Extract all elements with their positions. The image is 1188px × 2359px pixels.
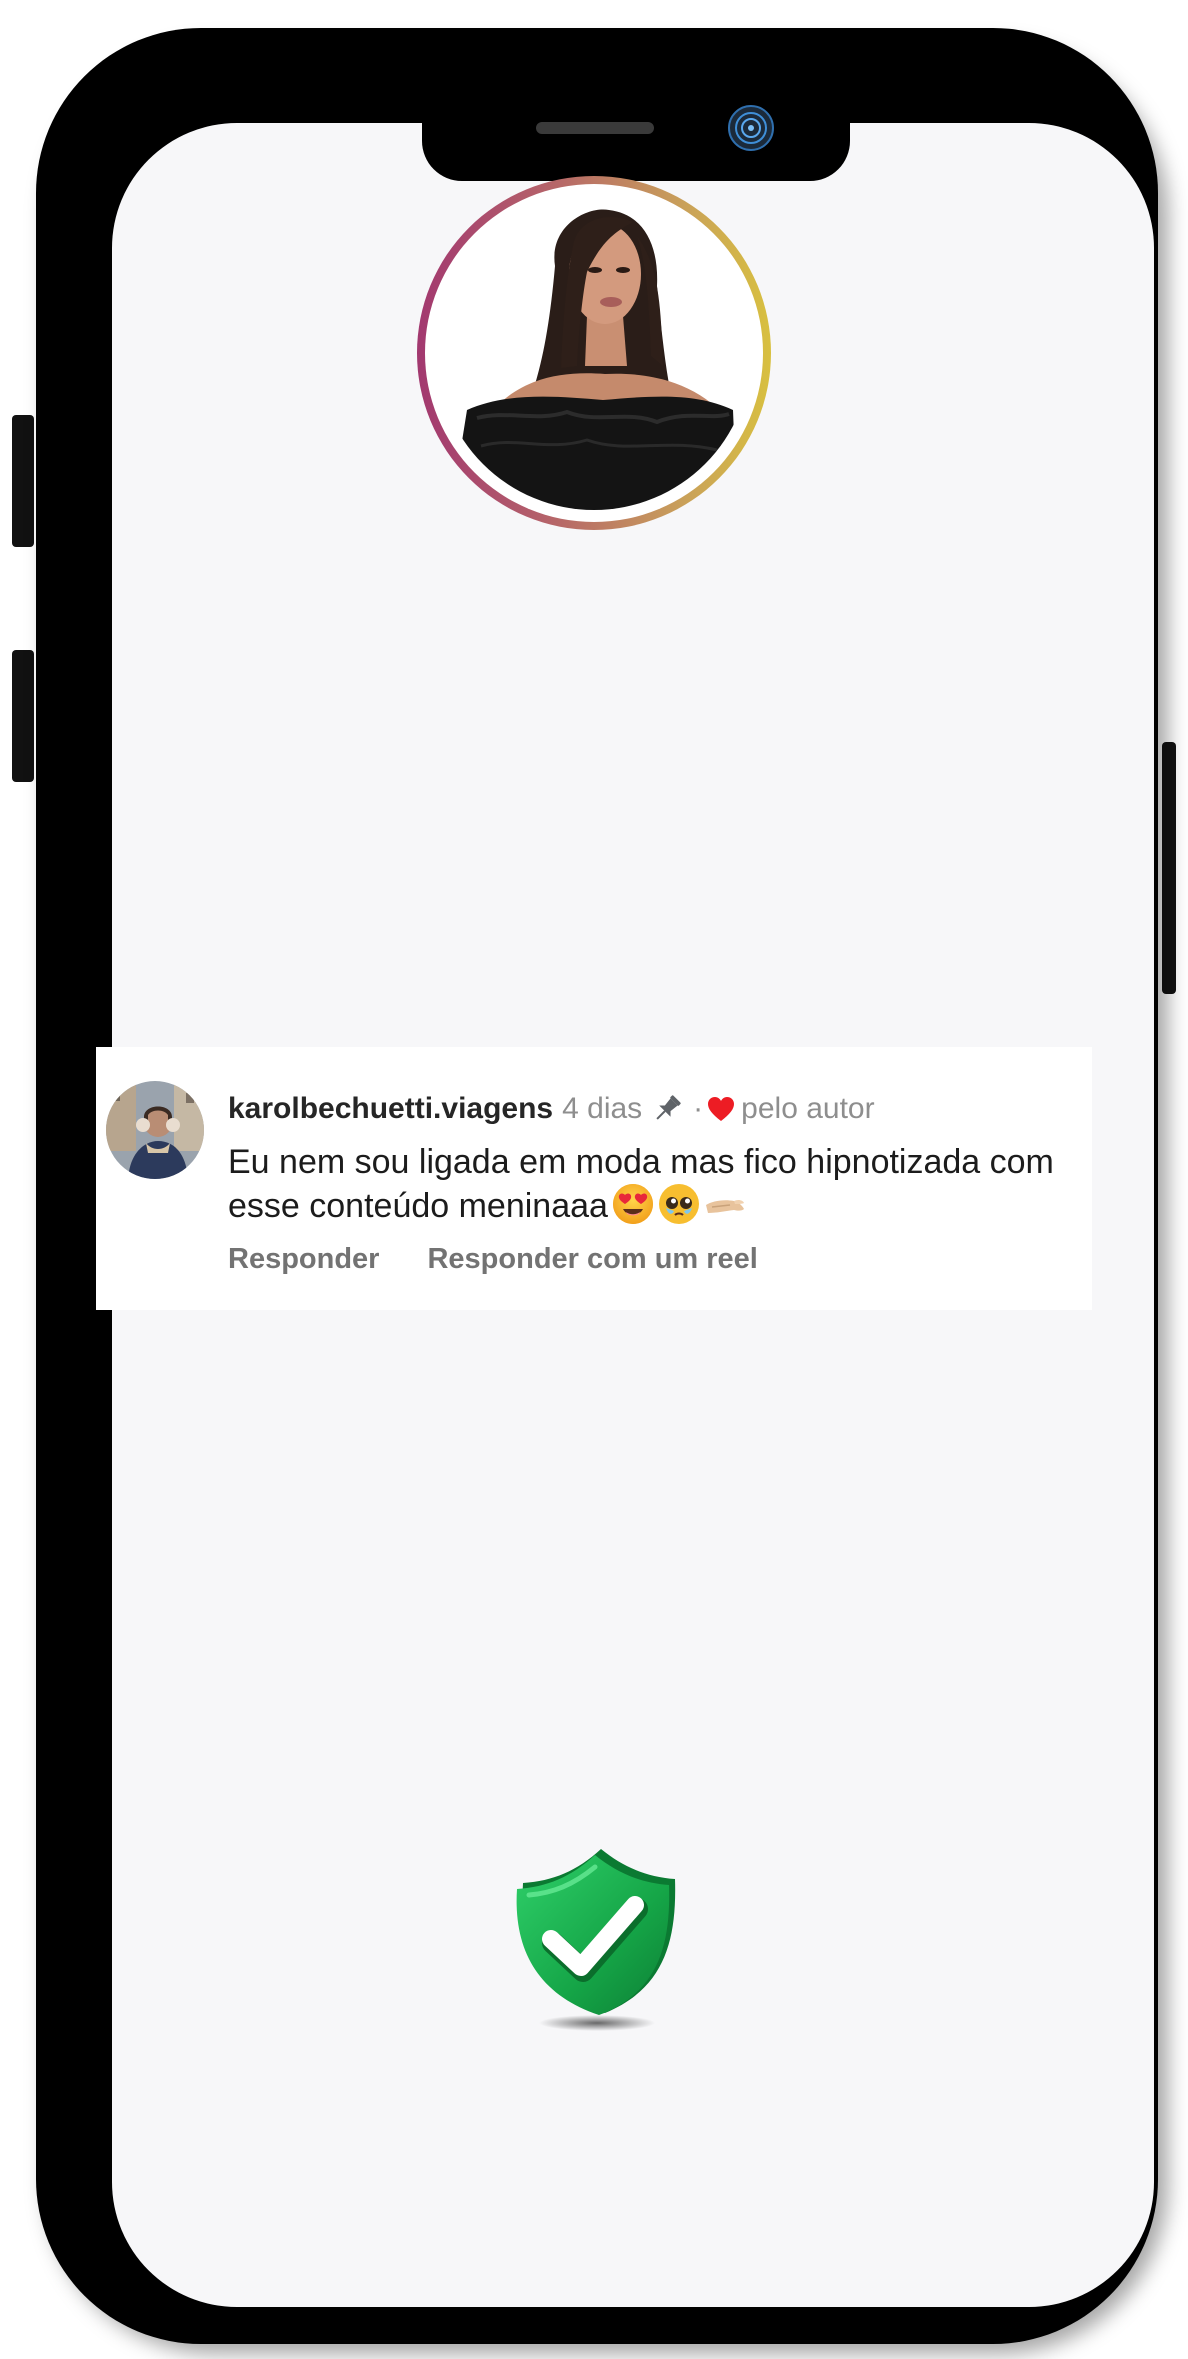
volume-up-button [12,415,34,547]
heart-eyes-emoji-icon [612,1184,653,1224]
comment-time: 4 dias [562,1092,643,1125]
commenter-photo [106,1081,204,1179]
avatar-photo [437,196,751,510]
comment-actions: Responder Responder com um reel [228,1241,1078,1277]
heart-icon [708,1097,735,1121]
comment-meta: karolbechuetti.viagens 4 dias · pelo aut… [228,1091,1078,1127]
notch [422,88,850,181]
front-camera-icon [728,105,774,151]
comment-text-block: Eu nem sou ligada em moda mas fico hipno… [228,1141,1078,1227]
pin-icon [656,1095,681,1120]
reply-with-reel-button[interactable]: Responder com um reel [427,1243,757,1275]
meta-separator: · [693,1092,704,1125]
avatar-ring-gap [425,184,763,522]
profile-avatar[interactable] [417,176,771,530]
speaker-grille [536,122,654,134]
woman-portrait-image [437,196,751,510]
comment-card: karolbechuetti.viagens 4 dias · pelo aut… [96,1047,1092,1310]
device-stage: karolbechuetti.viagens 4 dias · pelo aut… [0,0,1188,2359]
liked-by-author: pelo autor [741,1092,875,1125]
reply-button[interactable]: Responder [228,1243,379,1275]
comment-body: karolbechuetti.viagens 4 dias · pelo aut… [228,1091,1078,1277]
commenter-avatar[interactable] [106,1081,204,1179]
verified-shield-icon [516,1849,676,2031]
comment-username[interactable]: karolbechuetti.viagens [228,1091,553,1127]
pinched-fingers-emoji-icon [705,1199,744,1213]
volume-down-button [12,650,34,782]
pleading-face-emoji-icon [658,1184,699,1224]
